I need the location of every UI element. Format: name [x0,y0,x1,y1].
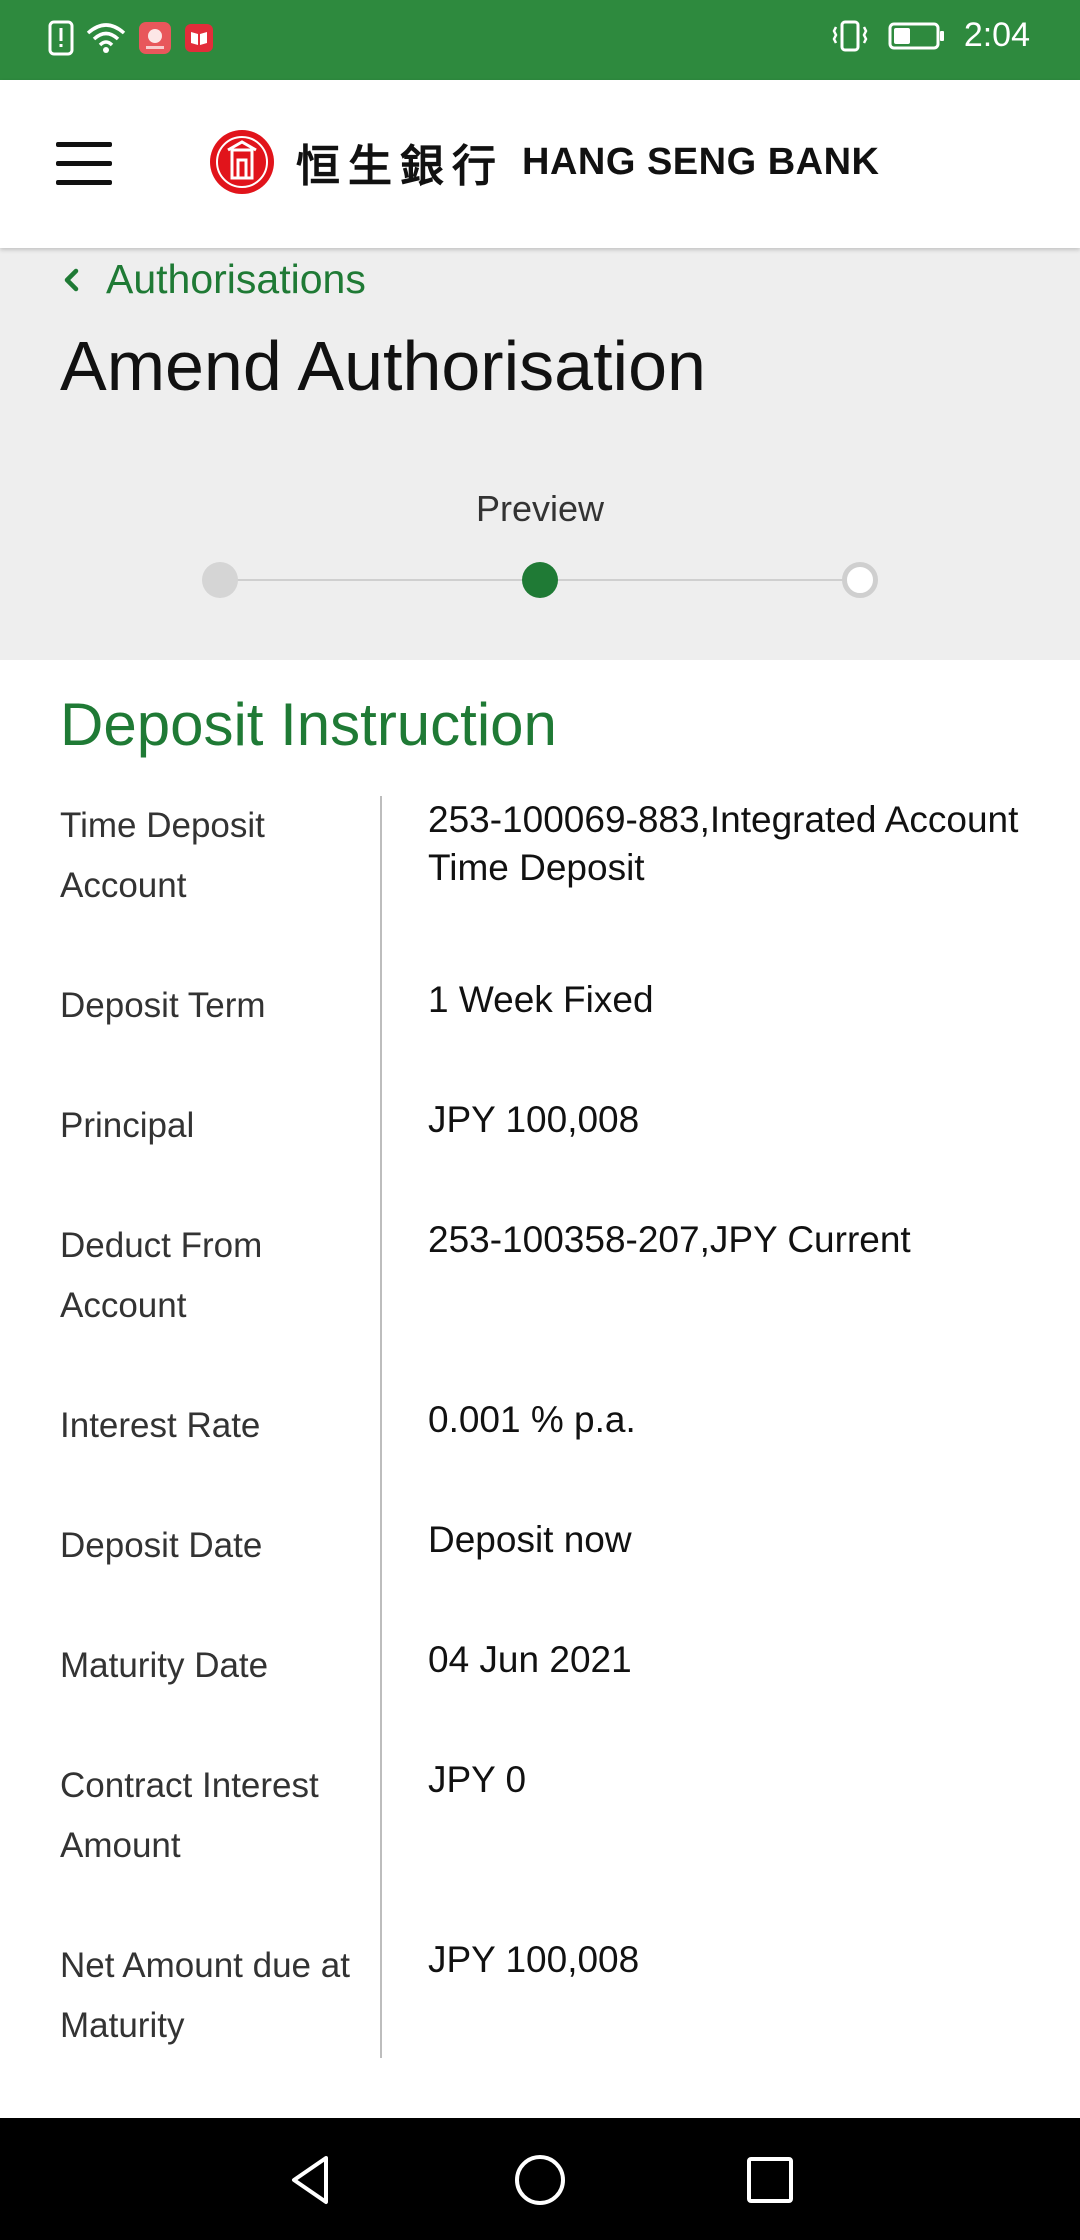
step-label: Preview [475,488,605,529]
system-nav-bar [0,2118,1080,2240]
detail-value: Deposit now [428,1519,632,1560]
status-right: 2:04 [830,16,1030,55]
detail-value: 0.001 % p.a. [428,1399,636,1440]
progress-stepper [200,560,880,600]
step-1-dot [202,562,238,598]
status-bar: 2:04 [0,0,1080,80]
detail-label: Interest Rate [60,1406,261,1445]
detail-label: Principal [60,1106,195,1145]
breadcrumb-label: Authorisations [106,256,366,302]
section-title: Deposit Instruction [60,691,557,758]
detail-label: Time Deposit Account [60,806,265,905]
step-3-dot [842,562,878,598]
back-icon[interactable] [280,2150,340,2210]
detail-value: 253-100358-207,JPY Current [428,1219,911,1260]
alert-icon [48,20,74,56]
detail-value: JPY 0 [428,1759,527,1800]
logo-chinese-text: 恒生銀行 [296,141,504,192]
book-app-icon [185,24,213,52]
detail-label: Deposit Term [60,986,266,1025]
hang-seng-logo-mark-icon [210,130,274,194]
detail-value: JPY 100,008 [428,1939,640,1980]
status-left-icons [48,20,214,56]
breadcrumb-authorisations[interactable]: Authorisations [60,256,366,303]
detail-value: 04 Jun 2021 [428,1639,632,1680]
column-divider [380,796,382,2058]
detail-label: Contract Interest Amount [60,1766,319,1865]
chevron-left-icon [64,268,79,291]
detail-label: Deposit Date [60,1526,263,1565]
home-icon[interactable] [510,2150,570,2210]
detail-value: 1 Week Fixed [428,979,654,1020]
wifi-icon [86,23,126,53]
status-time: 2:04 [963,16,1030,54]
vibrate-icon [832,20,868,51]
huawei-app-icon [139,22,171,54]
step-2-dot-current [522,562,558,598]
hamburger-menu-icon[interactable] [56,142,112,186]
detail-label: Deduct From Account [60,1226,263,1325]
logo-english-text: HANG SENG BANK [522,140,880,183]
page-header-section: Authorisations Amend Authorisation Previ… [0,248,1080,660]
recents-icon[interactable] [740,2150,800,2210]
detail-value: 253-100069-883,Integrated Account Time D… [428,799,1019,888]
page-title: Amend Authorisation [60,327,706,405]
battery-icon [888,22,944,49]
detail-label: Net Amount due at Maturity [60,1946,350,2045]
app-header: 恒生銀行 HANG SENG BANK [0,80,1080,248]
detail-value: JPY 100,008 [428,1099,640,1140]
detail-label: Maturity Date [60,1646,269,1685]
hang-seng-logo[interactable]: 恒生銀行 HANG SENG BANK [208,128,879,196]
